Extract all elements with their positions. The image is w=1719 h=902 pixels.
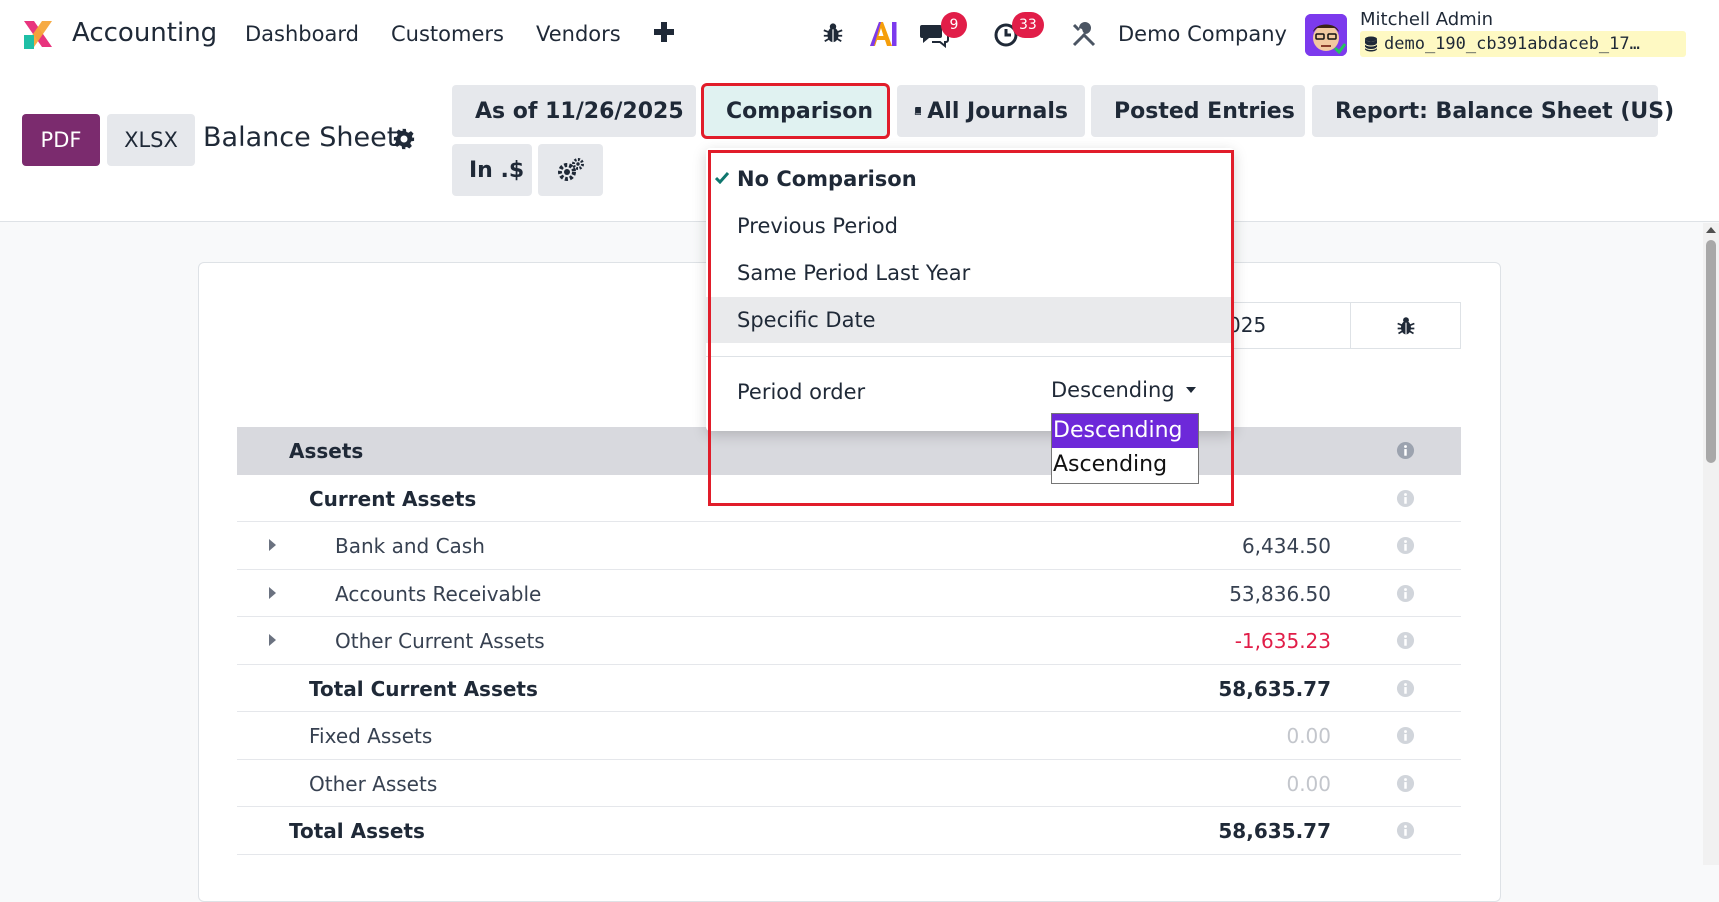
- line-value: 58,635.77: [1218, 819, 1331, 843]
- info-icon[interactable]: [1396, 584, 1415, 603]
- app-name[interactable]: Accounting: [72, 18, 217, 48]
- caret-right-icon[interactable]: [268, 538, 278, 552]
- pdf-button[interactable]: PDF: [22, 114, 100, 166]
- caret-down-icon: [1185, 387, 1196, 393]
- check-icon: [715, 172, 729, 184]
- info-icon[interactable]: [1396, 631, 1415, 650]
- bug-icon: [1396, 316, 1415, 334]
- accounting-app-icon[interactable]: [20, 17, 56, 53]
- scroll-up-arrow-icon[interactable]: [1705, 226, 1717, 234]
- page-title: Balance Sheet: [203, 122, 398, 153]
- comparison-filter-button[interactable]: Comparison: [701, 83, 890, 139]
- date-filter-button[interactable]: As of 11/26/2025: [452, 85, 696, 137]
- info-icon[interactable]: [1396, 726, 1415, 745]
- option-ascending[interactable]: Ascending: [1052, 448, 1198, 482]
- info-icon[interactable]: [1396, 774, 1415, 793]
- xlsx-button[interactable]: XLSX: [107, 114, 195, 166]
- period-order-options: Descending Ascending: [1051, 413, 1199, 484]
- option-previous-period[interactable]: Previous Period: [706, 203, 1234, 249]
- period-order-label: Period order: [737, 380, 866, 404]
- line-value[interactable]: -1,635.23: [1235, 629, 1331, 653]
- entries-filter-button[interactable]: Posted Entries: [1091, 85, 1305, 137]
- line-value: 0.00: [1286, 771, 1331, 796]
- info-icon[interactable]: [1396, 536, 1415, 555]
- caret-right-icon[interactable]: [268, 633, 278, 647]
- line-other-current-assets[interactable]: Other Current Assets -1,635.23: [237, 617, 1461, 665]
- report-variant-button[interactable]: Report: Balance Sheet (US): [1312, 85, 1674, 137]
- option-specific-date[interactable]: Specific Date: [706, 297, 1234, 343]
- database-icon: [1364, 36, 1378, 52]
- info-icon[interactable]: [1396, 821, 1415, 840]
- line-value: 58,635.77: [1218, 676, 1331, 701]
- line-value[interactable]: 53,836.50: [1229, 582, 1331, 606]
- line-fixed-assets[interactable]: Fixed Assets 0.00: [237, 712, 1461, 760]
- line-total-assets[interactable]: Total Assets 58,635.77: [237, 807, 1461, 855]
- gears-icon: [557, 158, 584, 181]
- book-icon: [914, 107, 921, 115]
- debug-column-button[interactable]: [1350, 302, 1461, 349]
- top-navbar: Accounting Dashboard Customers Vendors 9…: [0, 0, 1719, 70]
- company-switcher[interactable]: Demo Company: [1118, 22, 1287, 46]
- line-accounts-receivable[interactable]: Accounts Receivable 53,836.50: [237, 570, 1461, 617]
- comparison-dropdown: No Comparison Previous Period Same Perio…: [706, 148, 1234, 431]
- tools-icon[interactable]: [1071, 22, 1097, 48]
- activities-badge: 33: [1012, 12, 1044, 38]
- period-order-select[interactable]: Descending: [1051, 378, 1197, 402]
- gear-icon[interactable]: [393, 128, 415, 150]
- info-icon[interactable]: [1396, 441, 1415, 460]
- info-icon[interactable]: [1396, 489, 1415, 508]
- report-lines: Assets Current Assets Bank and Cash 6,43…: [237, 427, 1461, 855]
- scrollbar-thumb[interactable]: [1706, 240, 1716, 463]
- bug-icon[interactable]: [822, 22, 844, 44]
- journals-filter-button[interactable]: All Journals: [897, 85, 1085, 137]
- line-current-assets[interactable]: Current Assets: [237, 475, 1461, 522]
- menu-vendors[interactable]: Vendors: [536, 22, 621, 46]
- ai-icon[interactable]: [868, 20, 898, 48]
- line-other-assets[interactable]: Other Assets 0.00: [237, 760, 1461, 807]
- user-avatar[interactable]: [1305, 14, 1347, 56]
- user-name[interactable]: Mitchell Admin: [1360, 9, 1493, 30]
- option-descending[interactable]: Descending: [1052, 414, 1198, 448]
- currency-filter-button[interactable]: In .$: [452, 144, 532, 196]
- line-value[interactable]: 6,434.50: [1242, 534, 1331, 558]
- divider: [706, 356, 1234, 357]
- line-total-current-assets[interactable]: Total Current Assets 58,635.77: [237, 665, 1461, 712]
- messages-badge: 9: [941, 12, 967, 38]
- plus-icon[interactable]: [652, 20, 676, 44]
- caret-right-icon[interactable]: [268, 586, 278, 600]
- menu-dashboard[interactable]: Dashboard: [245, 22, 359, 46]
- info-icon[interactable]: [1396, 679, 1415, 698]
- database-name: demo_190_cb391abdaceb_17…: [1360, 31, 1686, 57]
- options-button[interactable]: [538, 144, 603, 196]
- option-same-period-last-year[interactable]: Same Period Last Year: [706, 250, 1234, 296]
- option-no-comparison[interactable]: No Comparison: [706, 156, 1234, 202]
- line-value: 0.00: [1286, 724, 1331, 748]
- line-assets[interactable]: Assets: [237, 427, 1461, 475]
- menu-customers[interactable]: Customers: [391, 22, 504, 46]
- line-bank-and-cash[interactable]: Bank and Cash 6,434.50: [237, 522, 1461, 570]
